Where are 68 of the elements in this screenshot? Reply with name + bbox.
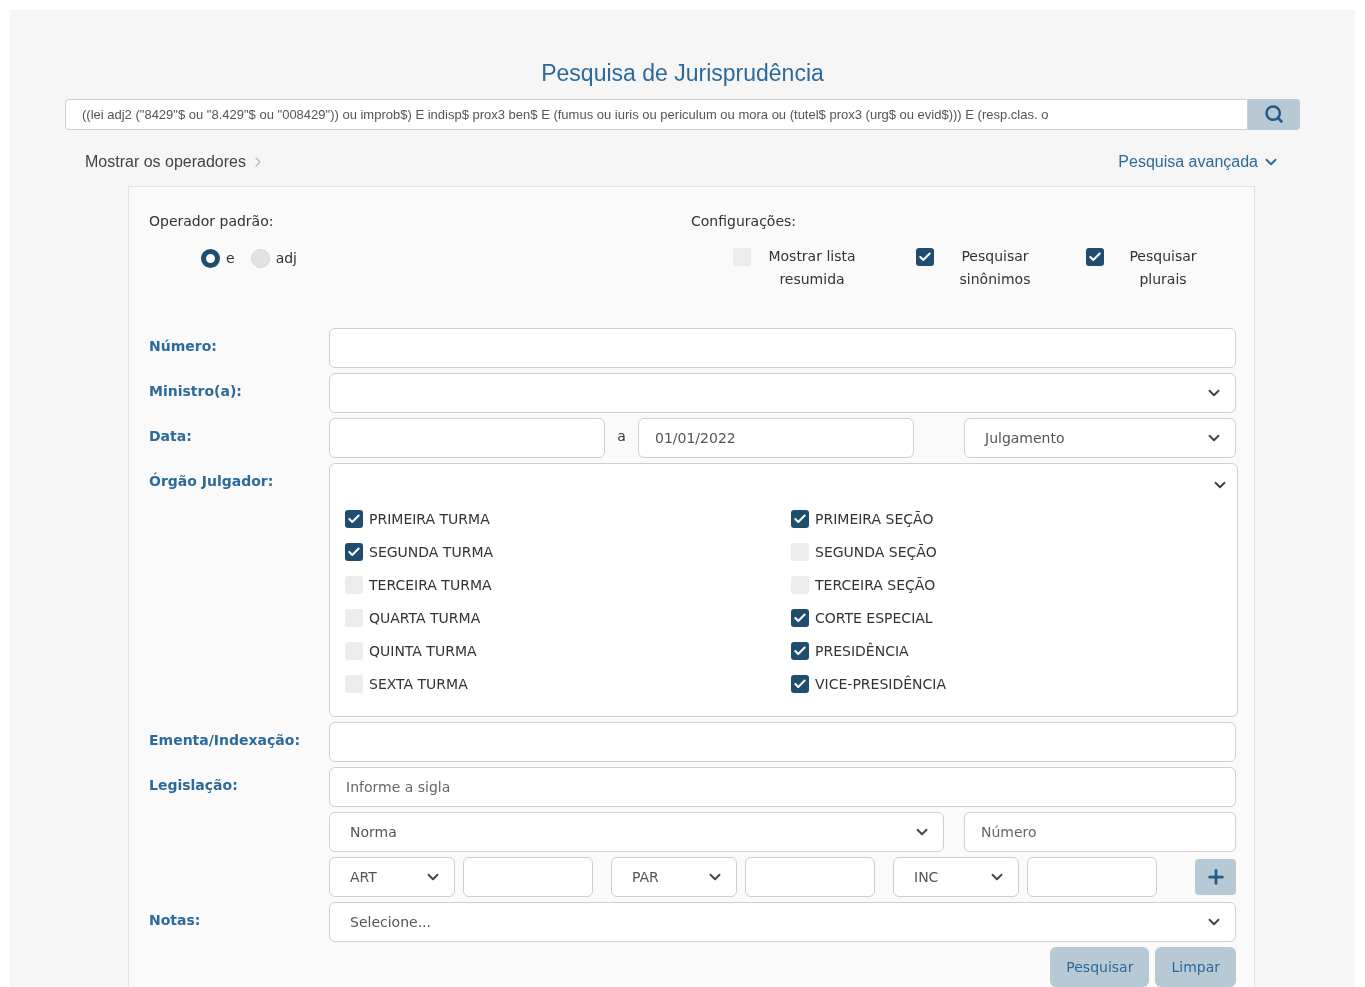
field-label: Órgão Julgador: — [149, 471, 275, 491]
checkbox-label: TERCEIRA SEÇÃO — [815, 575, 936, 595]
checkbox-label: PRESIDÊNCIA — [815, 641, 909, 661]
date-type-select[interactable]: Julgamento — [964, 418, 1236, 458]
checkbox[interactable] — [916, 248, 934, 266]
search-icon — [1264, 104, 1284, 125]
article-select[interactable]: ART — [329, 857, 455, 897]
field-label: Ministro(a): — [149, 382, 243, 401]
radio-button[interactable] — [201, 249, 220, 268]
checkbox-label: Pesquisar sinônimos — [958, 247, 1032, 289]
paragraph-select[interactable]: PAR — [611, 857, 737, 897]
check-icon — [1088, 250, 1102, 264]
date-to-field[interactable]: 01/01/2022 — [638, 418, 914, 458]
field-label: Data: — [149, 427, 193, 446]
checkbox[interactable] — [791, 609, 809, 627]
item-select[interactable]: INC — [893, 857, 1019, 897]
advanced-search-link[interactable]: Pesquisa avançada — [1118, 150, 1280, 174]
search-field[interactable]: ((lei adj2 ("8429"$ ou "8.429"$ ou "008429")) ou improb$) E indisp$ prox3 ben$ E (fumus ou iuris ou periculum ou mora ou (tutel$ prox3 (urg$ ou evid$))) E (resp.clas. o — [65, 98, 1248, 130]
field-label: Notas: — [149, 911, 202, 930]
section-label: Configurações: — [691, 212, 797, 231]
number-field[interactable]: Número — [964, 812, 1236, 852]
page-title: Pesquisa de Jurisprudência — [540, 59, 825, 88]
checkbox[interactable] — [345, 510, 363, 528]
minister-select[interactable] — [329, 373, 1236, 413]
item-field[interactable] — [1027, 857, 1157, 897]
check-icon — [793, 611, 807, 625]
check-icon — [347, 545, 361, 559]
checkbox[interactable] — [791, 510, 809, 528]
section-label: Operador padrão: — [149, 212, 275, 231]
check-icon — [347, 512, 361, 526]
check-icon — [918, 250, 932, 264]
field-label: Ementa/Indexação: — [149, 731, 301, 750]
check-icon — [793, 512, 807, 526]
checkbox-label: CORTE ESPECIAL — [815, 608, 933, 628]
acronym-field[interactable]: Informe a sigla — [329, 767, 1236, 807]
summary-field[interactable] — [329, 722, 1236, 762]
checkbox-label: QUINTA TURMA — [369, 641, 477, 661]
show-operators-link[interactable]: Mostrar os operadores — [85, 150, 266, 174]
checkbox-label: PRIMEIRA SEÇÃO — [815, 509, 934, 529]
checkbox-label: Mostrar lista resumida — [767, 247, 857, 289]
checkbox-label: SEXTA TURMA — [369, 674, 468, 694]
checkbox[interactable] — [791, 675, 809, 693]
checkbox-label: QUARTA TURMA — [369, 608, 481, 628]
field-label: Número: — [149, 337, 218, 356]
radio-label: e — [226, 249, 235, 268]
checkbox-label: Pesquisar plurais — [1128, 247, 1198, 289]
checkbox-label: TERCEIRA TURMA — [369, 575, 492, 595]
paragraph-field[interactable] — [745, 857, 875, 897]
check-icon — [793, 677, 807, 691]
article-field[interactable] — [463, 857, 593, 897]
checkbox[interactable] — [345, 543, 363, 561]
checkbox-label: VICE-PRESIDÊNCIA — [815, 674, 946, 694]
check-icon — [793, 644, 807, 658]
notes-select[interactable]: Selecione... — [329, 902, 1236, 942]
add-button[interactable] — [1195, 859, 1236, 895]
norm-select[interactable]: Norma — [329, 812, 944, 852]
checkbox-label: SEGUNDA TURMA — [369, 542, 494, 562]
checkbox[interactable] — [791, 642, 809, 660]
number-field[interactable] — [329, 328, 1236, 368]
checkbox-label: SEGUNDA SEÇÃO — [815, 542, 937, 562]
date-from-field[interactable] — [329, 418, 605, 458]
checkbox-label: PRIMEIRA TURMA — [369, 509, 490, 529]
search-button[interactable] — [1248, 98, 1300, 130]
radio-label: adj — [275, 249, 297, 268]
date-separator: a — [616, 427, 627, 446]
search-submit-button[interactable]: Pesquisar — [1050, 947, 1150, 987]
checkbox[interactable] — [1086, 248, 1104, 266]
field-label: Legislação: — [149, 776, 239, 795]
